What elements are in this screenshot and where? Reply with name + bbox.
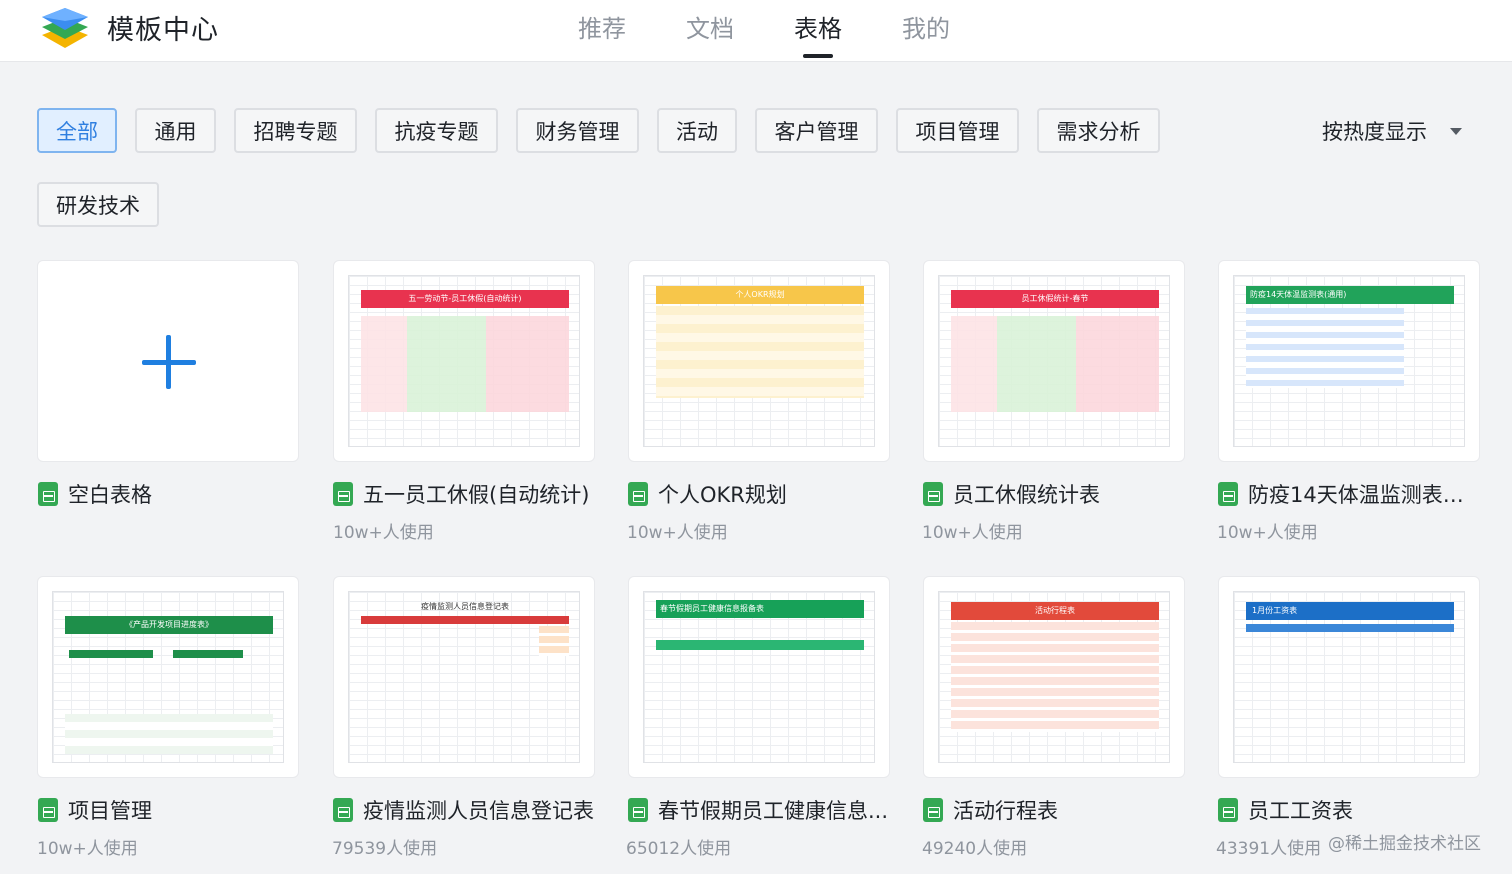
sheet-icon [628,798,648,822]
template-title: 个人OKR规划 [658,483,787,507]
nav-tab-recommended[interactable]: 推荐 [578,9,626,44]
template-preview: 1月份工资表 [1233,591,1465,763]
usage-count: 10w+人使用 [37,839,138,859]
template-title: 活动行程表 [953,799,1058,823]
template-preview: 春节假期员工健康信息报备表 [643,591,875,763]
nav-tab-mine[interactable]: 我的 [902,9,950,44]
template-card[interactable]: 个人OKR规划 [628,260,890,462]
nav-tab-sheets[interactable]: 表格 [794,9,842,44]
template-title: 五一员工休假(自动统计) [363,483,590,507]
usage-count: 10w+人使用 [333,523,434,543]
template-preview: 员工休假统计-春节 [938,275,1170,447]
filter-chip-rd-tech[interactable]: 研发技术 [37,182,159,227]
preview-banner: 活动行程表 [951,602,1159,620]
usage-count: 79539人使用 [332,839,438,859]
sheet-icon [38,482,58,506]
template-card[interactable]: 五一劳动节-员工休假(自动统计) [333,260,595,462]
usage-count: 10w+人使用 [1217,523,1318,543]
filter-chip-general[interactable]: 通用 [135,108,216,153]
sheet-icon [333,798,353,822]
nav-tab-documents[interactable]: 文档 [686,9,734,44]
template-card[interactable]: 春节假期员工健康信息报备表 [628,576,890,778]
template-card[interactable]: 《产品开发项目进度表》 [37,576,299,778]
template-title-row[interactable]: 项目管理 [38,796,300,824]
preview-banner: 防疫14天体温监测表(通用) [1246,286,1454,304]
preview-banner: 个人OKR规划 [656,286,864,304]
sheet-icon [923,482,943,506]
preview-banner: 员工休假统计-春节 [951,290,1159,308]
template-title-row[interactable]: 五一员工休假(自动统计) [333,480,595,508]
usage-count: 65012人使用 [626,839,732,859]
template-preview: 《产品开发项目进度表》 [52,591,284,763]
template-title: 空白表格 [68,483,152,507]
sort-dropdown[interactable]: 按热度显示 [1322,116,1427,146]
template-card[interactable]: 活动行程表 [923,576,1185,778]
template-title-row[interactable]: 防疫14天体温监测表(... [1218,480,1480,508]
sheet-icon [38,798,58,822]
site-watermark: @稀土掘金技术社区 [1328,834,1481,854]
template-title: 疫情监测人员信息登记表 [363,799,594,823]
template-preview: 活动行程表 [938,591,1170,763]
filter-chip-customers[interactable]: 客户管理 [755,108,878,153]
usage-count: 43391人使用 [1216,839,1322,859]
filter-chip-recruiting[interactable]: 招聘专题 [234,108,357,153]
filter-chip-all[interactable]: 全部 [37,108,117,153]
template-title: 员工休假统计表 [953,483,1100,507]
template-preview: 个人OKR规划 [643,275,875,447]
template-preview: 疫情监测人员信息登记表 [348,591,580,763]
brand-title: 模板中心 [107,15,219,46]
preview-banner: 1月份工资表 [1246,602,1454,620]
top-header: 模板中心 推荐 文档 表格 我的 [0,0,1512,62]
filter-chip-requirements[interactable]: 需求分析 [1037,108,1160,153]
template-title-row[interactable]: 春节假期员工健康信息... [628,796,890,824]
preview-banner: 疫情监测人员信息登记表 [421,602,509,611]
active-tab-indicator [803,54,833,58]
preview-banner: 春节假期员工健康信息报备表 [656,600,864,618]
template-title: 防疫14天体温监测表(... [1248,483,1470,507]
usage-count: 10w+人使用 [627,523,728,543]
preview-banner: 五一劳动节-员工休假(自动统计) [361,290,569,308]
template-title: 春节假期员工健康信息... [658,799,889,823]
usage-count: 10w+人使用 [922,523,1023,543]
template-title-row[interactable]: 疫情监测人员信息登记表 [333,796,595,824]
filter-chip-finance[interactable]: 财务管理 [516,108,639,153]
usage-count: 49240人使用 [922,839,1028,859]
sheet-icon [628,482,648,506]
preview-banner: 《产品开发项目进度表》 [65,616,273,634]
template-preview: 防疫14天体温监测表(通用) [1233,275,1465,447]
template-card[interactable]: 疫情监测人员信息登记表 [333,576,595,778]
caret-down-icon[interactable] [1450,128,1462,135]
template-title-row[interactable]: 员工休假统计表 [923,480,1185,508]
template-card[interactable]: 员工休假统计-春节 [923,260,1185,462]
filter-chip-epidemic[interactable]: 抗疫专题 [375,108,498,153]
sheet-icon [1218,482,1238,506]
sheet-icon [1218,798,1238,822]
template-card-blank-sheet[interactable] [37,260,299,462]
template-title-row[interactable]: 个人OKR规划 [628,480,890,508]
template-title: 项目管理 [68,799,152,823]
template-card[interactable]: 防疫14天体温监测表(通用) [1218,260,1480,462]
filter-chip-project-management[interactable]: 项目管理 [896,108,1019,153]
template-title-row[interactable]: 空白表格 [38,480,300,508]
template-title: 员工工资表 [1248,799,1353,823]
template-card[interactable]: 1月份工资表 [1218,576,1480,778]
template-preview: 五一劳动节-员工休假(自动统计) [348,275,580,447]
template-center-logo-icon [42,8,88,48]
filter-chip-events[interactable]: 活动 [657,108,737,153]
sheet-icon [923,798,943,822]
template-title-row[interactable]: 员工工资表 [1218,796,1480,824]
sheet-icon [333,482,353,506]
template-title-row[interactable]: 活动行程表 [923,796,1185,824]
